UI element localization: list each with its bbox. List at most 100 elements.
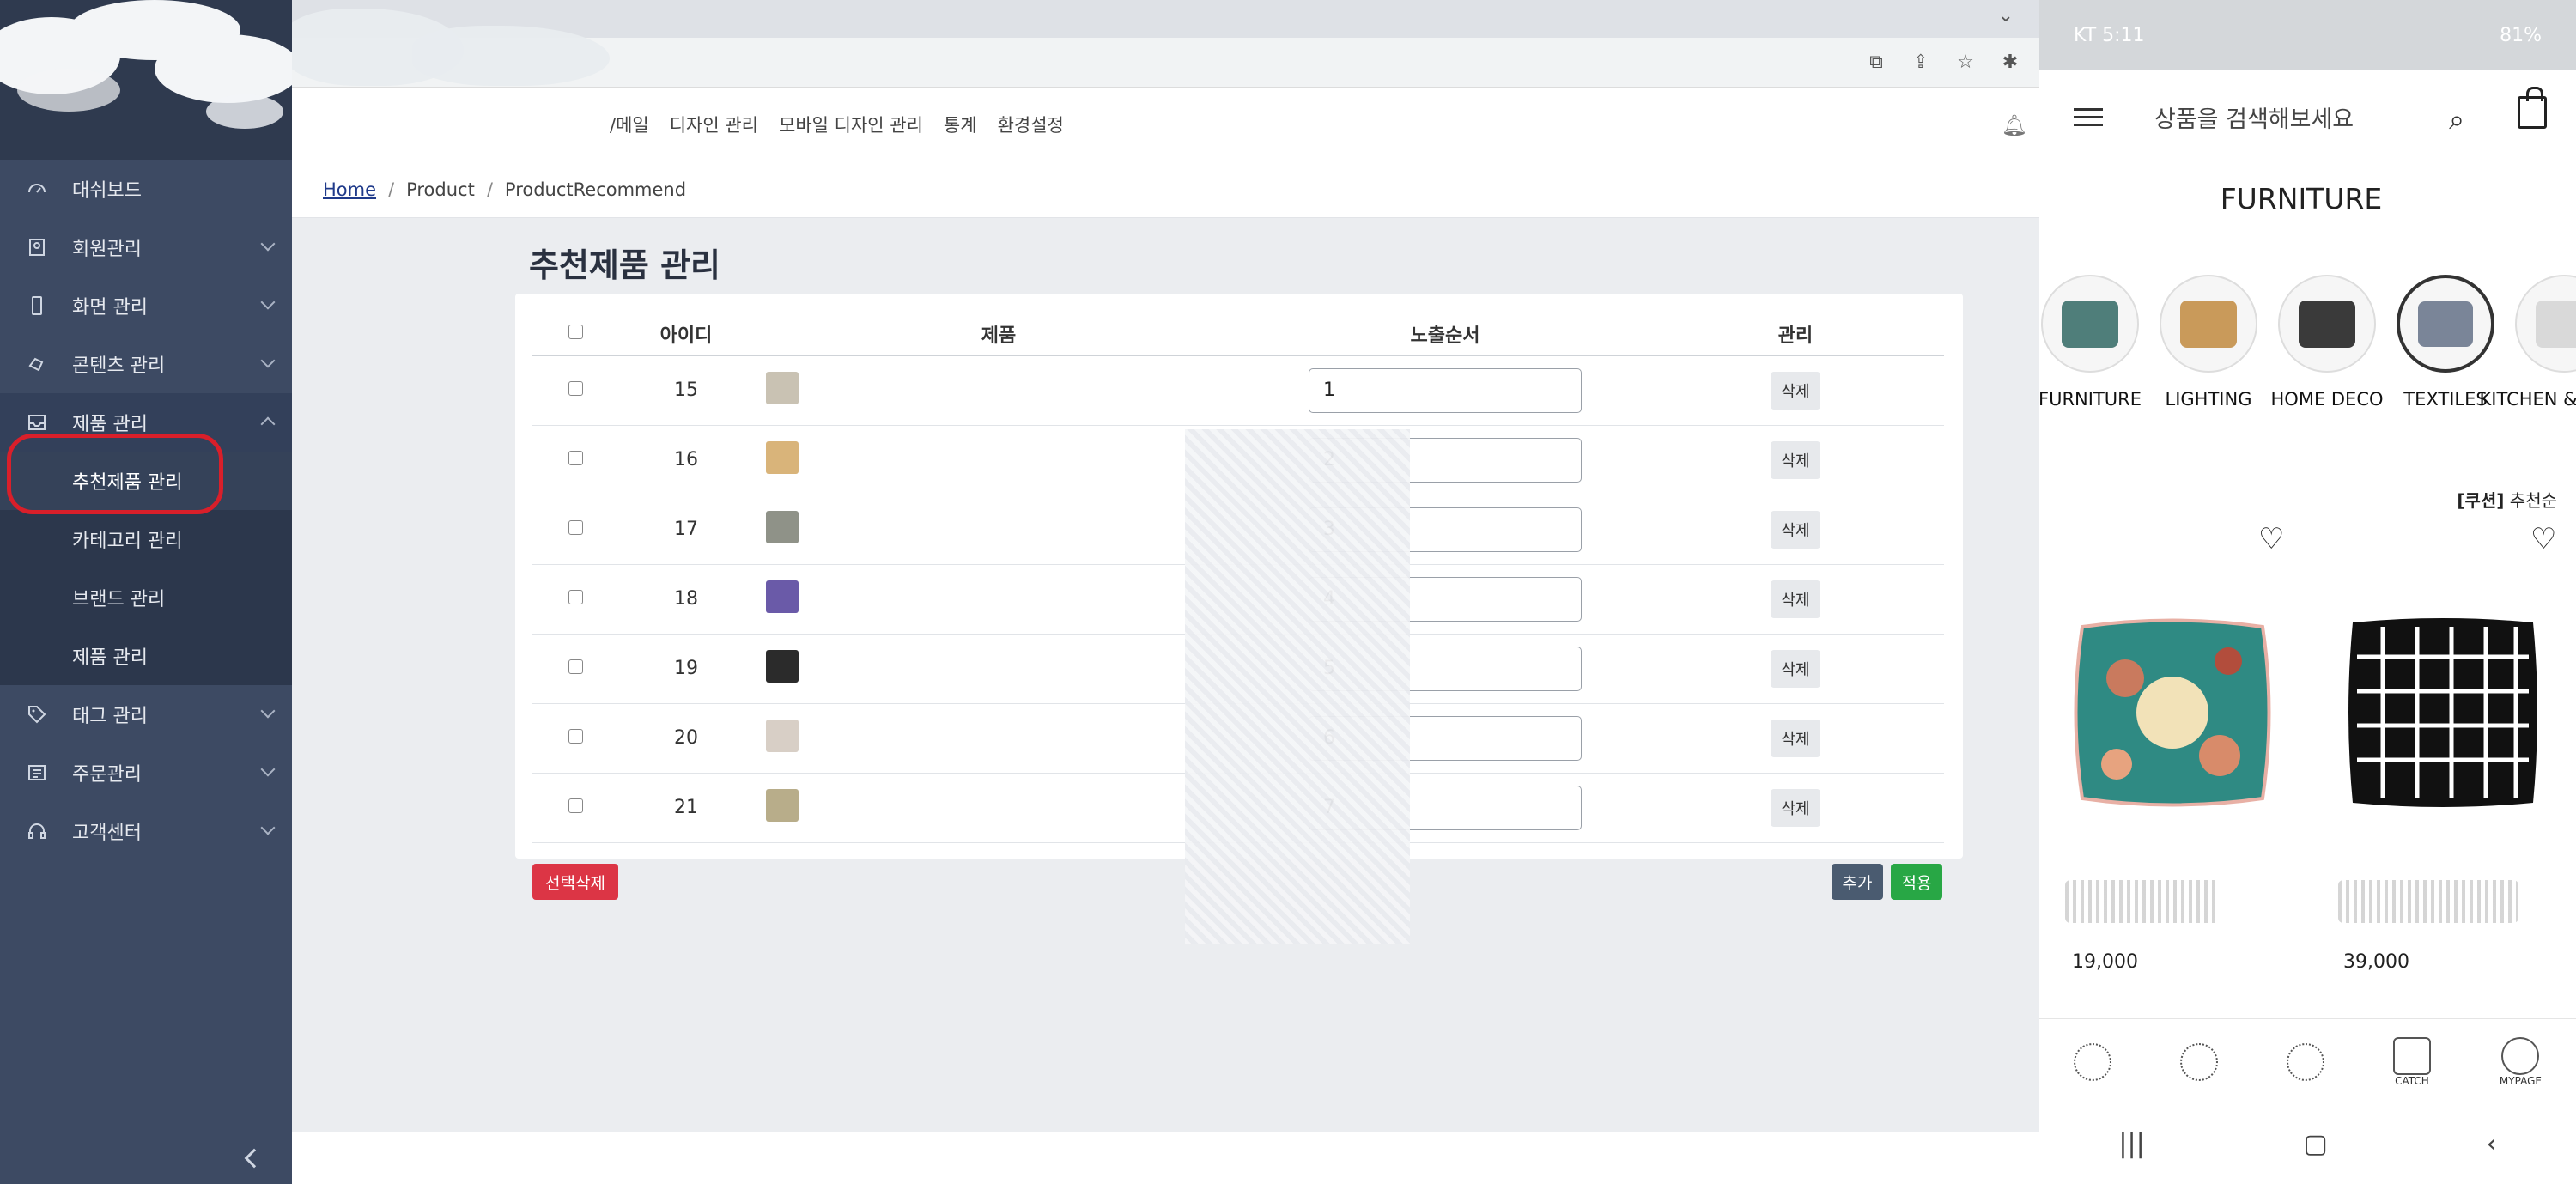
product-thumbnail xyxy=(766,580,799,613)
display-order-input[interactable]: 1 xyxy=(1309,367,1582,413)
add-button[interactable]: 추가 xyxy=(1832,864,1883,900)
top-navigation: /메일 디자인 관리 모바일 디자인 관리 통계 환경설정 🔔︎ xyxy=(292,88,2039,161)
bottom-nav-mypage[interactable]: MYPAGE xyxy=(2500,1036,2542,1087)
bottom-nav-item[interactable] xyxy=(2286,1042,2324,1081)
home-icon[interactable]: ▢ xyxy=(2303,1129,2327,1159)
row-checkbox[interactable] xyxy=(568,520,583,535)
row-id: 19 xyxy=(618,634,754,704)
row-checkbox[interactable] xyxy=(568,798,583,813)
status-battery: 81% xyxy=(2500,24,2542,46)
chevron-down-icon xyxy=(260,353,276,368)
recent-apps-icon[interactable]: ||| xyxy=(2118,1129,2144,1159)
topnav-link-mail[interactable]: /메일 xyxy=(610,112,649,137)
sidebar-item-orders[interactable]: 주문관리 xyxy=(0,744,292,802)
product-image-check-cushion[interactable] xyxy=(2340,610,2546,816)
category-item[interactable]: FURNITURE xyxy=(2039,275,2142,410)
delete-button[interactable]: 삭제 xyxy=(1771,649,1820,688)
bottom-nav-item[interactable] xyxy=(2179,1042,2218,1081)
row-checkbox[interactable] xyxy=(568,381,583,397)
shopping-bag-icon[interactable] xyxy=(2518,87,2547,129)
sidebar-item-label: 화면 관리 xyxy=(72,297,148,319)
sidebar-item-members[interactable]: 회원관리 xyxy=(0,218,292,276)
delete-button[interactable]: 삭제 xyxy=(1771,371,1820,410)
mobile-icon xyxy=(26,294,48,317)
breadcrumb-home-link[interactable]: Home xyxy=(323,179,376,200)
category-item[interactable]: KITCHEN & DINING xyxy=(2480,275,2576,410)
category-title: FURNITURE xyxy=(2220,182,2383,216)
product-thumbnail xyxy=(766,788,799,822)
row-product[interactable] xyxy=(754,634,1243,704)
product-thumbnail xyxy=(766,440,799,474)
inbox-icon xyxy=(26,411,48,434)
row-product[interactable] xyxy=(754,703,1243,774)
submenu-item-brand[interactable]: 브랜드 관리 xyxy=(0,568,292,627)
category-item[interactable]: HOME DECO xyxy=(2271,275,2384,410)
category-item[interactable]: LIGHTING xyxy=(2160,275,2257,410)
share-icon[interactable]: ⇪ xyxy=(1909,50,1933,74)
headset-icon xyxy=(26,820,48,842)
delete-button[interactable]: 삭제 xyxy=(1771,788,1820,827)
notification-bell-icon[interactable]: 🔔︎ xyxy=(2002,113,2027,137)
row-id: 20 xyxy=(618,703,754,774)
submenu-item-product[interactable]: 제품 관리 xyxy=(0,627,292,685)
delete-button[interactable]: 삭제 xyxy=(1771,580,1820,618)
row-product[interactable] xyxy=(754,564,1243,635)
annotation-highlight-circle xyxy=(7,434,223,514)
footer-bar xyxy=(292,1132,2039,1184)
sidebar-item-label: 콘텐츠 관리 xyxy=(72,355,166,377)
select-all-checkbox[interactable] xyxy=(568,325,583,339)
category-list: FURNITURE LIGHTING HOME DECO TEXTILES KITCHE… xyxy=(2039,275,2576,410)
category-label: FURNITURE xyxy=(2039,389,2142,410)
product-image-floral-cushion[interactable] xyxy=(2065,610,2280,816)
category-label: HOME DECO xyxy=(2270,389,2384,410)
sidebar-item-support[interactable]: 고객센터 xyxy=(0,802,292,860)
translate-icon[interactable]: ⧉ xyxy=(1864,50,1888,74)
submenu-item-category[interactable]: 카테고리 관리 xyxy=(0,510,292,568)
header-product: 제품 xyxy=(754,313,1243,356)
redacted-nav-icon xyxy=(2286,1042,2324,1081)
sidebar-item-tags[interactable]: 태그 관리 xyxy=(0,685,292,744)
wishlist-heart-icon[interactable]: ♡ xyxy=(2258,522,2284,556)
dashboard-icon xyxy=(26,178,48,200)
row-checkbox[interactable] xyxy=(568,590,583,604)
row-id: 16 xyxy=(618,425,754,495)
topnav-link-design[interactable]: 디자인 관리 xyxy=(670,112,758,137)
back-icon[interactable]: ‹ xyxy=(2487,1129,2497,1159)
bottom-nav-catch[interactable]: CATCH xyxy=(2392,1036,2431,1087)
header-manage: 관리 xyxy=(1647,313,1944,356)
sidebar-item-screens[interactable]: 화면 관리 xyxy=(0,276,292,335)
row-checkbox[interactable] xyxy=(568,729,583,744)
extensions-puzzle-icon[interactable]: ✱ xyxy=(1998,50,2022,74)
row-product[interactable] xyxy=(754,425,1243,495)
chevron-down-icon xyxy=(260,820,276,835)
sidebar-item-label: 제품 관리 xyxy=(72,414,148,435)
delete-button[interactable]: 삭제 xyxy=(1771,719,1820,757)
search-placeholder[interactable]: 상품을 검색해보세요 xyxy=(2154,100,2354,134)
redacted-product-name xyxy=(2065,880,2220,923)
tab-search-chevron-icon[interactable]: ⌄ xyxy=(1998,5,2014,27)
wishlist-heart-icon[interactable]: ♡ xyxy=(2530,522,2556,556)
row-checkbox[interactable] xyxy=(568,659,583,674)
topnav-link-stats[interactable]: 통계 xyxy=(944,112,977,137)
bookmark-star-icon[interactable]: ☆ xyxy=(1953,50,1978,74)
topnav-link-mobile-design[interactable]: 모바일 디자인 관리 xyxy=(779,112,923,137)
row-checkbox[interactable] xyxy=(568,451,583,465)
sidebar-item-dashboard[interactable]: 대쉬보드 xyxy=(0,160,292,218)
row-product[interactable] xyxy=(754,355,1243,426)
sidebar-collapse-chevron-icon[interactable] xyxy=(244,1148,264,1169)
bottom-nav-item[interactable] xyxy=(2073,1042,2111,1081)
delete-button[interactable]: 삭제 xyxy=(1771,510,1820,549)
row-product[interactable] xyxy=(754,773,1243,843)
sort-label[interactable]: [쿠션] 추천순 xyxy=(2457,487,2557,512)
search-icon[interactable]: ⌕ xyxy=(2449,103,2464,137)
hamburger-menu-icon[interactable] xyxy=(2074,107,2103,126)
bulk-delete-button[interactable]: 선택삭제 xyxy=(532,864,618,900)
row-product[interactable] xyxy=(754,495,1243,565)
topnav-link-settings[interactable]: 환경설정 xyxy=(998,112,1064,137)
row-id: 18 xyxy=(618,564,754,635)
sidebar-item-contents[interactable]: 콘텐츠 관리 xyxy=(0,335,292,393)
breadcrumb-product: Product xyxy=(406,179,475,200)
apply-button[interactable]: 적용 xyxy=(1891,864,1942,900)
catch-icon xyxy=(2392,1036,2431,1075)
delete-button[interactable]: 삭제 xyxy=(1771,440,1820,479)
